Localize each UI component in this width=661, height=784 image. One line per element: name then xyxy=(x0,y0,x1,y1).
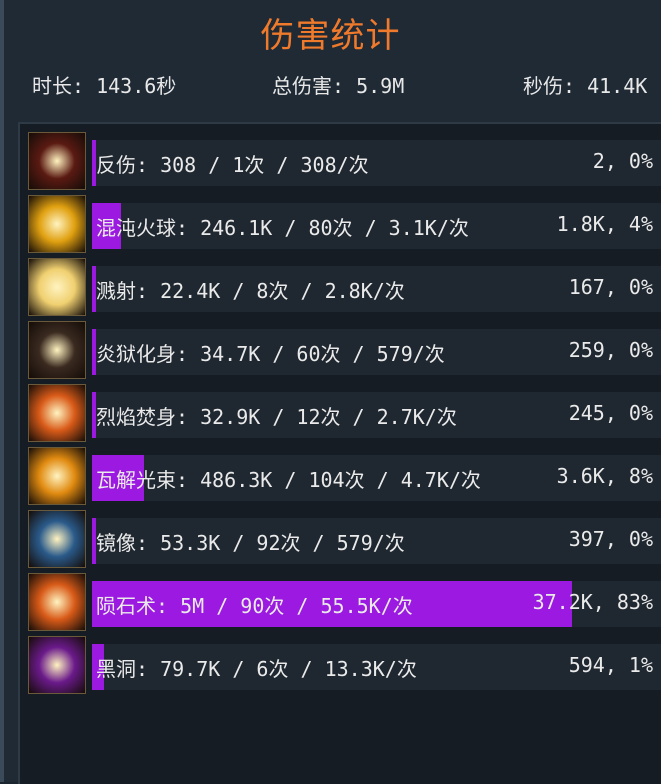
skill-dps-share: 1.8K, 4% xyxy=(556,212,653,236)
skill-row[interactable]: 反伤: 308 / 1次 / 308/次 2, 0% xyxy=(28,132,661,192)
skill-label: 陨石术: 5M / 90次 / 55.5K/次 xyxy=(96,594,413,618)
skill-dps-share: 167, 0% xyxy=(568,275,653,299)
skill-dps-share: 259, 0% xyxy=(568,338,653,362)
dps-stat: 秒伤: 41.4K xyxy=(523,74,648,98)
splash-burst-icon xyxy=(28,258,86,316)
skill-label: 镜像: 53.3K / 92次 / 579/次 xyxy=(96,531,405,555)
skill-dps-share: 3.6K, 8% xyxy=(556,464,653,488)
skill-label: 炎狱化身: 34.7K / 60次 / 579/次 xyxy=(96,342,445,366)
skill-label: 混沌火球: 246.1K / 80次 / 3.1K/次 xyxy=(96,216,469,240)
skill-row[interactable]: 混沌火球: 246.1K / 80次 / 3.1K/次 1.8K, 4% xyxy=(28,195,661,255)
mirror-image-icon xyxy=(28,510,86,568)
skill-label: 黑洞: 79.7K / 6次 / 13.3K/次 xyxy=(96,657,417,681)
skill-row[interactable]: 烈焰焚身: 32.9K / 12次 / 2.7K/次 245, 0% xyxy=(28,384,661,444)
skill-row[interactable]: 炎狱化身: 34.7K / 60次 / 579/次 259, 0% xyxy=(28,321,661,381)
black-hole-icon xyxy=(28,636,86,694)
skill-dps-share: 397, 0% xyxy=(568,527,653,551)
inferno-avatar-icon xyxy=(28,321,86,379)
flame-immolation-icon xyxy=(28,384,86,442)
thorns-icon xyxy=(28,132,86,190)
skill-dps-share: 2, 0% xyxy=(592,149,653,173)
window-title: 伤害统计 xyxy=(260,16,401,56)
total-damage-stat: 总伤害: 5.9M xyxy=(272,74,405,98)
skill-row[interactable]: 瓦解光束: 486.3K / 104次 / 4.7K/次 3.6K, 8% xyxy=(28,447,661,507)
summary-stats: 时长: 143.6秒 总伤害: 5.9M 秒伤: 41.4K xyxy=(0,70,661,100)
chaos-fireball-icon xyxy=(28,195,86,253)
skill-dps-share: 245, 0% xyxy=(568,401,653,425)
skill-row[interactable]: 溅射: 22.4K / 8次 / 2.8K/次 167, 0% xyxy=(28,258,661,318)
disintegrate-beam-icon xyxy=(28,447,86,505)
meteor-icon xyxy=(28,573,86,631)
skill-dps-share: 37.2K, 83% xyxy=(532,590,653,614)
skill-label: 瓦解光束: 486.3K / 104次 / 4.7K/次 xyxy=(96,468,481,492)
skill-row[interactable]: 黑洞: 79.7K / 6次 / 13.3K/次 594, 1% xyxy=(28,636,661,696)
skill-row[interactable]: 陨石术: 5M / 90次 / 55.5K/次 37.2K, 83% xyxy=(28,573,661,633)
skill-row[interactable]: 镜像: 53.3K / 92次 / 579/次 397, 0% xyxy=(28,510,661,570)
skill-label: 烈焰焚身: 32.9K / 12次 / 2.7K/次 xyxy=(96,405,457,429)
damage-stats-window: 伤害统计 时长: 143.6秒 总伤害: 5.9M 秒伤: 41.4K 反伤: … xyxy=(0,0,661,784)
skill-list-panel[interactable]: 反伤: 308 / 1次 / 308/次 2, 0% 混沌火球: 246.1K / … xyxy=(18,122,661,784)
window-edge xyxy=(0,0,4,782)
skill-dps-share: 594, 1% xyxy=(568,653,653,677)
skill-label: 溅射: 22.4K / 8次 / 2.8K/次 xyxy=(96,279,405,303)
skill-label: 反伤: 308 / 1次 / 308/次 xyxy=(96,153,369,177)
duration-stat: 时长: 143.6秒 xyxy=(32,74,177,98)
